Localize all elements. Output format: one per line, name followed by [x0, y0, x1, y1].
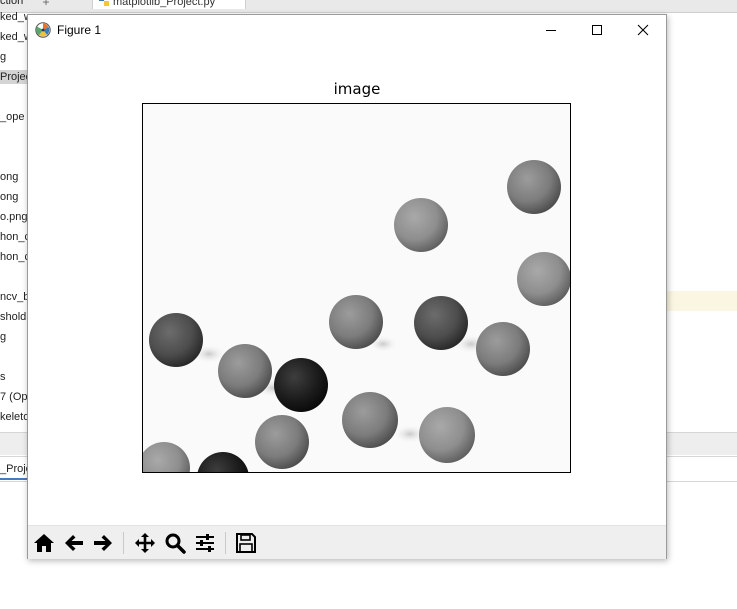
- ide-tab-bar: + matplotlib_Project.py: [0, 0, 737, 13]
- figure-canvas[interactable]: image: [28, 45, 666, 525]
- candy: [274, 358, 328, 412]
- ide-file-item[interactable]: keleto: [0, 410, 27, 424]
- zoom-icon: [165, 533, 186, 554]
- save-button[interactable]: [232, 530, 260, 556]
- candy: [329, 295, 383, 349]
- python-file-icon: [99, 0, 109, 6]
- grayscale-candy-image: [143, 104, 570, 472]
- move-icon: [135, 533, 155, 553]
- pan-button[interactable]: [131, 530, 159, 556]
- ide-file-item[interactable]: g: [0, 330, 6, 344]
- ide-file-item[interactable]: sholdi: [0, 310, 27, 324]
- save-icon: [236, 533, 256, 553]
- arrow-left-icon: [65, 535, 83, 551]
- minimize-icon: [546, 30, 556, 31]
- configure-subplots-button[interactable]: [191, 530, 219, 556]
- ide-file-item[interactable]: 7 (Op: [0, 390, 27, 404]
- ide-file-item[interactable]: _ope: [0, 110, 24, 124]
- ide-editor-tab-label: matplotlib_Project.py: [113, 0, 216, 8]
- candy: [255, 415, 309, 469]
- candy: [342, 392, 398, 448]
- forward-button[interactable]: [89, 530, 117, 556]
- ide-file-item[interactable]: ong: [0, 170, 18, 184]
- candy: [218, 344, 272, 398]
- navigation-toolbar: [28, 525, 666, 559]
- home-icon: [34, 534, 54, 552]
- ide-file-item[interactable]: ction in Opencv: [0, 0, 27, 8]
- candy: [149, 313, 203, 367]
- toolbar-separator: [225, 532, 226, 554]
- figure-window: Figure 1 image: [27, 14, 667, 559]
- back-button[interactable]: [60, 530, 88, 556]
- minimize-button[interactable]: [528, 15, 574, 45]
- candy: [419, 407, 475, 463]
- zoom-button[interactable]: [161, 530, 189, 556]
- window-title: Figure 1: [57, 23, 102, 37]
- close-button[interactable]: [620, 15, 666, 45]
- home-button[interactable]: [30, 530, 58, 556]
- ide-file-item[interactable]: g: [0, 50, 6, 64]
- ide-bottom-tab[interactable]: _Proje: [0, 458, 27, 480]
- maximize-icon: [592, 25, 602, 35]
- plot-title: image: [333, 80, 381, 98]
- ide-file-item[interactable]: o.png: [0, 210, 27, 224]
- image-axes[interactable]: [142, 103, 571, 473]
- ide-file-item[interactable]: hon_c: [0, 230, 27, 244]
- matplotlib-logo-icon: [35, 22, 51, 38]
- sliders-icon: [196, 534, 214, 552]
- candy: [394, 198, 448, 252]
- candy: [476, 322, 530, 376]
- ide-file-item[interactable]: s: [0, 370, 6, 384]
- ide-file-item[interactable]: ked_w: [0, 30, 27, 44]
- window-titlebar[interactable]: Figure 1: [28, 15, 666, 45]
- candy: [414, 296, 468, 350]
- ide-file-item[interactable]: hon_c: [0, 250, 27, 264]
- new-tab-icon[interactable]: +: [34, 0, 58, 9]
- arrow-right-icon: [94, 535, 112, 551]
- ide-file-explorer: ction in Opencv ked_w ked_wg Projec _opeong o…: [0, 0, 27, 500]
- candy: [507, 160, 561, 214]
- ide-file-item[interactable]: ked_w: [0, 10, 27, 24]
- toolbar-separator: [123, 532, 124, 554]
- maximize-button[interactable]: [574, 15, 620, 45]
- ide-file-item[interactable]: ong: [0, 190, 18, 204]
- ide-current-line-highlight: [667, 291, 737, 311]
- ide-file-item[interactable]: Projec: [0, 70, 27, 84]
- ide-editor-tab[interactable]: matplotlib_Project.py: [92, 0, 246, 9]
- close-icon: [637, 24, 649, 36]
- candy: [517, 252, 570, 306]
- ide-file-item[interactable]: ncv_b: [0, 290, 27, 304]
